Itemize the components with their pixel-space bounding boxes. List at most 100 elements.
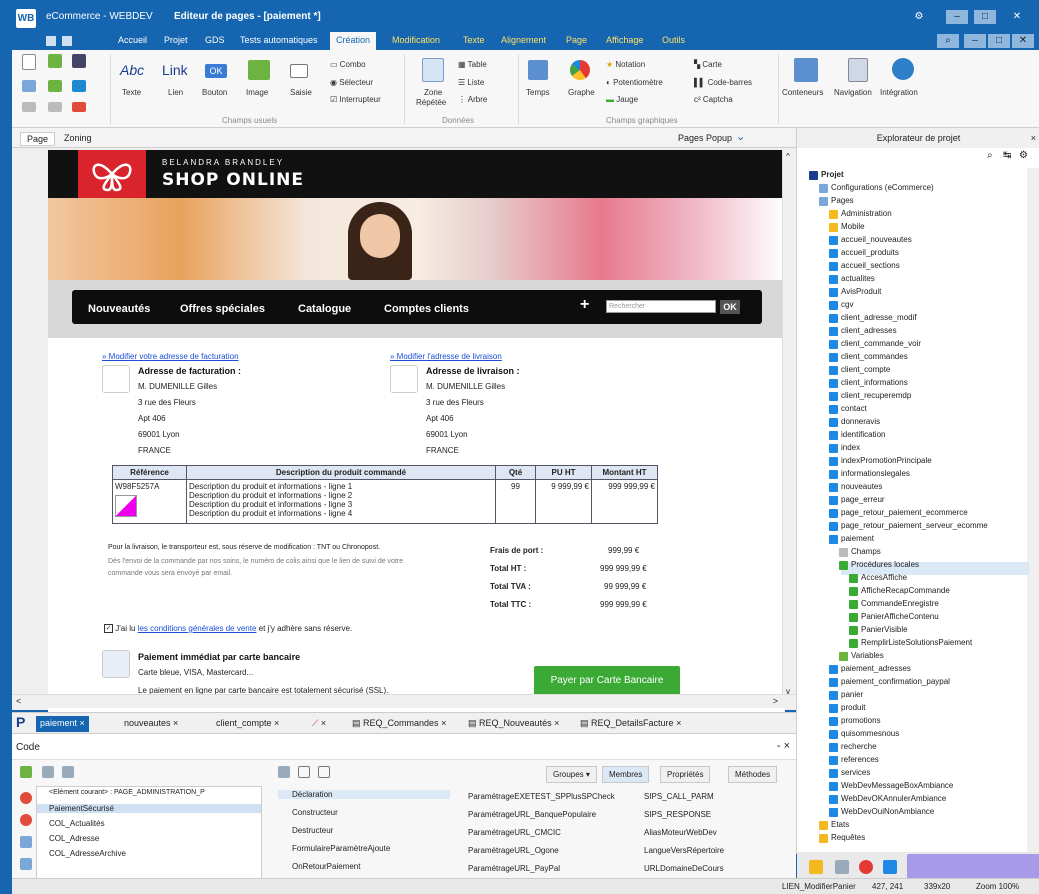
doc-minimize-button[interactable]: – <box>964 34 986 48</box>
cut-icon[interactable] <box>72 102 86 112</box>
tree-item[interactable]: accueil_nouveautes <box>841 235 912 244</box>
ribbon-jauge[interactable]: ▬ Jauge <box>606 95 638 104</box>
menu-modification[interactable]: Modification <box>392 35 440 45</box>
menu-texte[interactable]: Texte <box>463 35 485 45</box>
tree-item[interactable]: services <box>841 768 870 777</box>
tree-item[interactable]: RemplirListeSolutionsPaiement <box>861 638 972 647</box>
ribbon-repetee[interactable]: Répétée <box>416 98 446 107</box>
tree-item[interactable]: Champs <box>851 547 881 556</box>
tree-item[interactable]: client_compte <box>841 365 890 374</box>
explorer-window-icon[interactable] <box>883 860 897 874</box>
lien-icon[interactable]: Link <box>162 62 188 78</box>
method-item[interactable]: LangueVersRépertoire <box>644 846 724 855</box>
explorer-view-icon[interactable] <box>835 860 849 874</box>
status-zoom[interactable]: Zoom 100% <box>976 882 1019 891</box>
add-member-icon[interactable] <box>20 766 32 778</box>
tree-item[interactable]: actualites <box>841 274 875 283</box>
tree-item[interactable]: donneravis <box>841 417 880 426</box>
ribbon-arbre[interactable]: ⋮ Arbre <box>458 95 487 104</box>
method-item[interactable]: Destructeur <box>292 826 333 835</box>
tree-item[interactable]: nouveautes <box>841 482 882 491</box>
file-tab-icon-only[interactable]: ⟋ × <box>308 716 330 732</box>
zone-repetee-icon[interactable] <box>422 58 444 82</box>
maximize-button[interactable]: □ <box>974 10 996 24</box>
tree-item[interactable]: paiement_adresses <box>841 664 911 673</box>
tree-item[interactable]: panier <box>841 690 863 699</box>
ribbon-image[interactable]: Image <box>246 88 268 97</box>
method-item[interactable]: ParamétrageURL_PayPal <box>468 864 560 873</box>
minimize-button[interactable]: – <box>946 10 968 24</box>
file-tab-paiement[interactable]: paiement × <box>36 716 89 732</box>
menu-page[interactable]: Page <box>566 35 587 45</box>
saisie-icon[interactable] <box>290 64 308 78</box>
stop-icon[interactable] <box>20 814 32 826</box>
ribbon-saisie[interactable]: Saisie <box>290 88 312 97</box>
tree-item[interactable]: cgv <box>841 300 853 309</box>
new-page-icon[interactable] <box>22 54 36 70</box>
editor-horizontal-scrollbar[interactable]: < > <box>12 694 796 708</box>
tree-item[interactable]: Etats <box>831 820 849 829</box>
view-detail-icon[interactable] <box>298 766 310 778</box>
tab-zoning[interactable]: Zoning <box>64 133 92 143</box>
print-icon[interactable] <box>22 80 36 92</box>
search-icon[interactable]: ⌕ <box>937 34 959 48</box>
method-item[interactable]: ParamétrageURL_Ogone <box>468 846 559 855</box>
file-tab-req-nouveautes[interactable]: ▤ REQ_Nouveautés × <box>464 716 563 732</box>
delete-icon[interactable] <box>20 792 32 804</box>
ribbon-liste[interactable]: ☰ Liste <box>458 78 484 87</box>
tree-item[interactable]: Requêtes <box>831 833 865 842</box>
tree-item[interactable]: WebDevOKAnnulerAmbiance <box>841 794 946 803</box>
tree-item[interactable]: AvisProduit <box>841 287 881 296</box>
texte-icon[interactable]: Abc <box>120 62 144 78</box>
menu-gds[interactable]: GDS <box>205 35 225 45</box>
tree-item[interactable]: recherche <box>841 742 877 751</box>
webdev-logo-icon[interactable]: WB <box>16 9 36 28</box>
list-item[interactable]: COL_Actualités <box>49 819 105 828</box>
tree-item[interactable]: accueil_sections <box>841 261 900 270</box>
file-tab-req-commandes[interactable]: ▤ REQ_Commandes × <box>348 716 450 732</box>
view-list-icon[interactable] <box>278 766 290 778</box>
tree-item[interactable]: page_retour_paiement_ecommerce <box>841 508 968 517</box>
ribbon-potentiometre[interactable]: ◐ Potentiomètre <box>606 78 663 87</box>
membres-button[interactable]: Membres <box>602 766 650 783</box>
list-item-selected[interactable]: PaiementSécurisé <box>37 804 261 813</box>
menu-tests[interactable]: Tests automatiques <box>240 35 318 45</box>
tree-item[interactable]: client_adresses <box>841 326 897 335</box>
file-tab-nouveautes[interactable]: nouveautes × <box>120 716 182 732</box>
tree-item[interactable]: page_retour_paiement_serveur_ecomme <box>841 521 988 530</box>
methodes-button[interactable]: Méthodes <box>728 766 778 783</box>
edit-billing-link[interactable]: » Modifier votre adresse de facturation <box>102 352 239 361</box>
tree-item[interactable]: PanierVisible <box>861 625 908 634</box>
scroll-right-icon[interactable]: > <box>773 696 778 706</box>
tree-item[interactable]: promotions <box>841 716 881 725</box>
menu-affichage[interactable]: Affichage <box>606 35 643 45</box>
menu-accueil[interactable]: Accueil <box>118 35 147 45</box>
tree-item[interactable]: WebDevMessageBoxAmbiance <box>841 781 953 790</box>
tree-item[interactable]: AccesAffiche <box>861 573 907 582</box>
tree-item[interactable]: AfficheRecapCommande <box>861 586 950 595</box>
tree-item[interactable]: client_informations <box>841 378 908 387</box>
nav-catalogue[interactable]: Catalogue <box>298 303 351 315</box>
navigation-icon[interactable] <box>848 58 868 82</box>
tree-item[interactable]: Configurations (eCommerce) <box>831 183 934 192</box>
groupes-dropdown[interactable]: Groupes ▾ <box>546 766 597 783</box>
ribbon-combo[interactable]: ▭ Combo <box>330 60 366 69</box>
search-code-icon[interactable] <box>20 836 32 848</box>
explorer-options-icon[interactable]: ⚙ <box>1019 150 1028 161</box>
edit-shipping-link[interactable]: » Modifier l'adresse de livraison <box>390 352 502 361</box>
view-grid-icon[interactable] <box>318 766 330 778</box>
ribbon-graphe[interactable]: Graphe <box>568 88 595 97</box>
search-ok-button[interactable]: OK <box>720 300 740 314</box>
explorer-search-icon[interactable]: ⌕ <box>987 150 993 161</box>
layout-icon[interactable] <box>72 80 86 92</box>
ribbon-interrupteur[interactable]: ☑ Interrupteur <box>330 95 381 104</box>
method-item[interactable]: ParamétrageURL_BanquePopulaire <box>468 810 596 819</box>
ribbon-lien[interactable]: Lien <box>168 88 183 97</box>
menu-outils[interactable]: Outils <box>662 35 685 45</box>
tab-pages-popup[interactable]: Pages Popup <box>678 133 732 143</box>
tree-item[interactable]: paiement_confirmation_paypal <box>841 677 950 686</box>
explorer-scrollbar[interactable] <box>1027 168 1039 852</box>
tree-item[interactable]: page_erreur <box>841 495 885 504</box>
ribbon-code-barres[interactable]: ▌▌ Code-barres <box>694 78 752 87</box>
file-tab-req-detailsfacture[interactable]: ▤ REQ_DetailsFacture × <box>576 716 685 732</box>
